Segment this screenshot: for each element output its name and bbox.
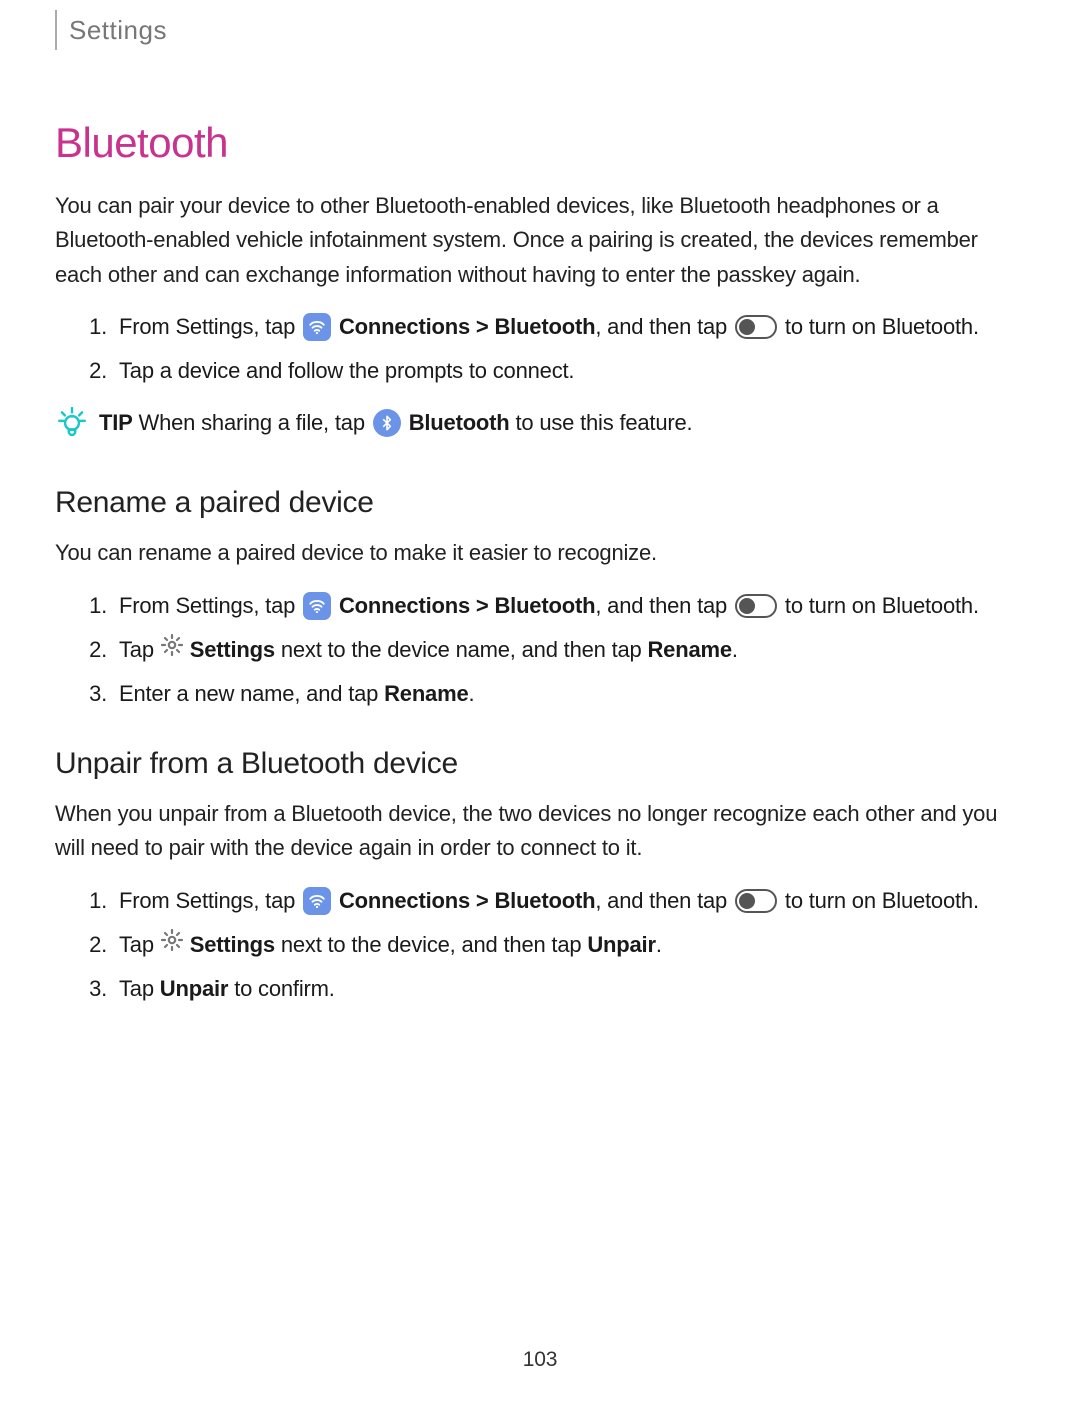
section-heading-rename: Rename a paired device xyxy=(55,480,1025,527)
gear-icon xyxy=(160,637,190,662)
page-number: 103 xyxy=(0,1344,1080,1377)
tip-body: to use this feature. xyxy=(510,410,693,435)
wifi-icon xyxy=(303,592,331,620)
step-text: next to the device name, and then tap xyxy=(275,637,648,662)
step-text: . xyxy=(656,932,662,957)
step-text: From Settings, tap xyxy=(119,314,301,339)
step-text: to turn on Bluetooth. xyxy=(779,888,979,913)
section-heading-unpair: Unpair from a Bluetooth device xyxy=(55,741,1025,788)
bluetooth-icon xyxy=(373,409,401,437)
step-bold: Settings xyxy=(190,932,275,957)
step-item: Tap Unpair to confirm. xyxy=(113,972,1025,1006)
step-text: . xyxy=(732,637,738,662)
step-text: , and then tap xyxy=(595,314,733,339)
step-text: , and then tap xyxy=(595,888,733,913)
step-bold: Unpair xyxy=(160,976,228,1001)
step-text: Enter a new name, and tap xyxy=(119,681,384,706)
step-text: , and then tap xyxy=(595,593,733,618)
step-item: From Settings, tap Connections > Bluetoo… xyxy=(113,884,1025,918)
step-item: Tap a device and follow the prompts to c… xyxy=(113,354,1025,388)
step-item: Tap Settings next to the device name, an… xyxy=(113,633,1025,667)
step-bold: Rename xyxy=(384,681,468,706)
step-bold: Connections > Bluetooth xyxy=(333,888,595,913)
breadcrumb: Settings xyxy=(55,10,1025,50)
wifi-icon xyxy=(303,887,331,915)
tip-callout: TIP When sharing a file, tap Bluetooth t… xyxy=(55,406,1025,450)
step-text: From Settings, tap xyxy=(119,888,301,913)
lightbulb-icon xyxy=(55,406,89,450)
step-text: . xyxy=(469,681,475,706)
toggle-off-icon xyxy=(735,594,777,618)
wifi-icon xyxy=(303,313,331,341)
section-intro: When you unpair from a Bluetooth device,… xyxy=(55,797,1025,865)
tip-text: TIP When sharing a file, tap Bluetooth t… xyxy=(99,406,1025,440)
step-item: From Settings, tap Connections > Bluetoo… xyxy=(113,589,1025,623)
step-text: next to the device, and then tap xyxy=(275,932,587,957)
tip-label: TIP xyxy=(99,410,133,435)
step-text: Tap xyxy=(119,637,160,662)
page-title: Bluetooth xyxy=(55,110,1025,175)
step-bold: Unpair xyxy=(587,932,655,957)
gear-icon xyxy=(160,932,190,957)
step-text: to turn on Bluetooth. xyxy=(779,314,979,339)
step-text: Tap xyxy=(119,932,160,957)
step-item: Enter a new name, and tap Rename. xyxy=(113,677,1025,711)
step-text: Tap xyxy=(119,976,160,1001)
step-item: From Settings, tap Connections > Bluetoo… xyxy=(113,310,1025,344)
step-text: From Settings, tap xyxy=(119,593,301,618)
step-item: Tap Settings next to the device, and the… xyxy=(113,928,1025,962)
steps-list-unpair: From Settings, tap Connections > Bluetoo… xyxy=(55,884,1025,1006)
step-bold: Settings xyxy=(190,637,275,662)
step-bold: Connections > Bluetooth xyxy=(333,593,595,618)
step-bold: Connections > Bluetooth xyxy=(333,314,595,339)
section-intro: You can rename a paired device to make i… xyxy=(55,536,1025,570)
tip-bold: Bluetooth xyxy=(403,410,510,435)
step-text: to confirm. xyxy=(228,976,334,1001)
tip-body: When sharing a file, tap xyxy=(133,410,371,435)
toggle-off-icon xyxy=(735,315,777,339)
toggle-off-icon xyxy=(735,889,777,913)
step-text: to turn on Bluetooth. xyxy=(779,593,979,618)
steps-list-rename: From Settings, tap Connections > Bluetoo… xyxy=(55,589,1025,711)
intro-paragraph: You can pair your device to other Blueto… xyxy=(55,189,1025,291)
step-bold: Rename xyxy=(647,637,731,662)
steps-list-main: From Settings, tap Connections > Bluetoo… xyxy=(55,310,1025,388)
